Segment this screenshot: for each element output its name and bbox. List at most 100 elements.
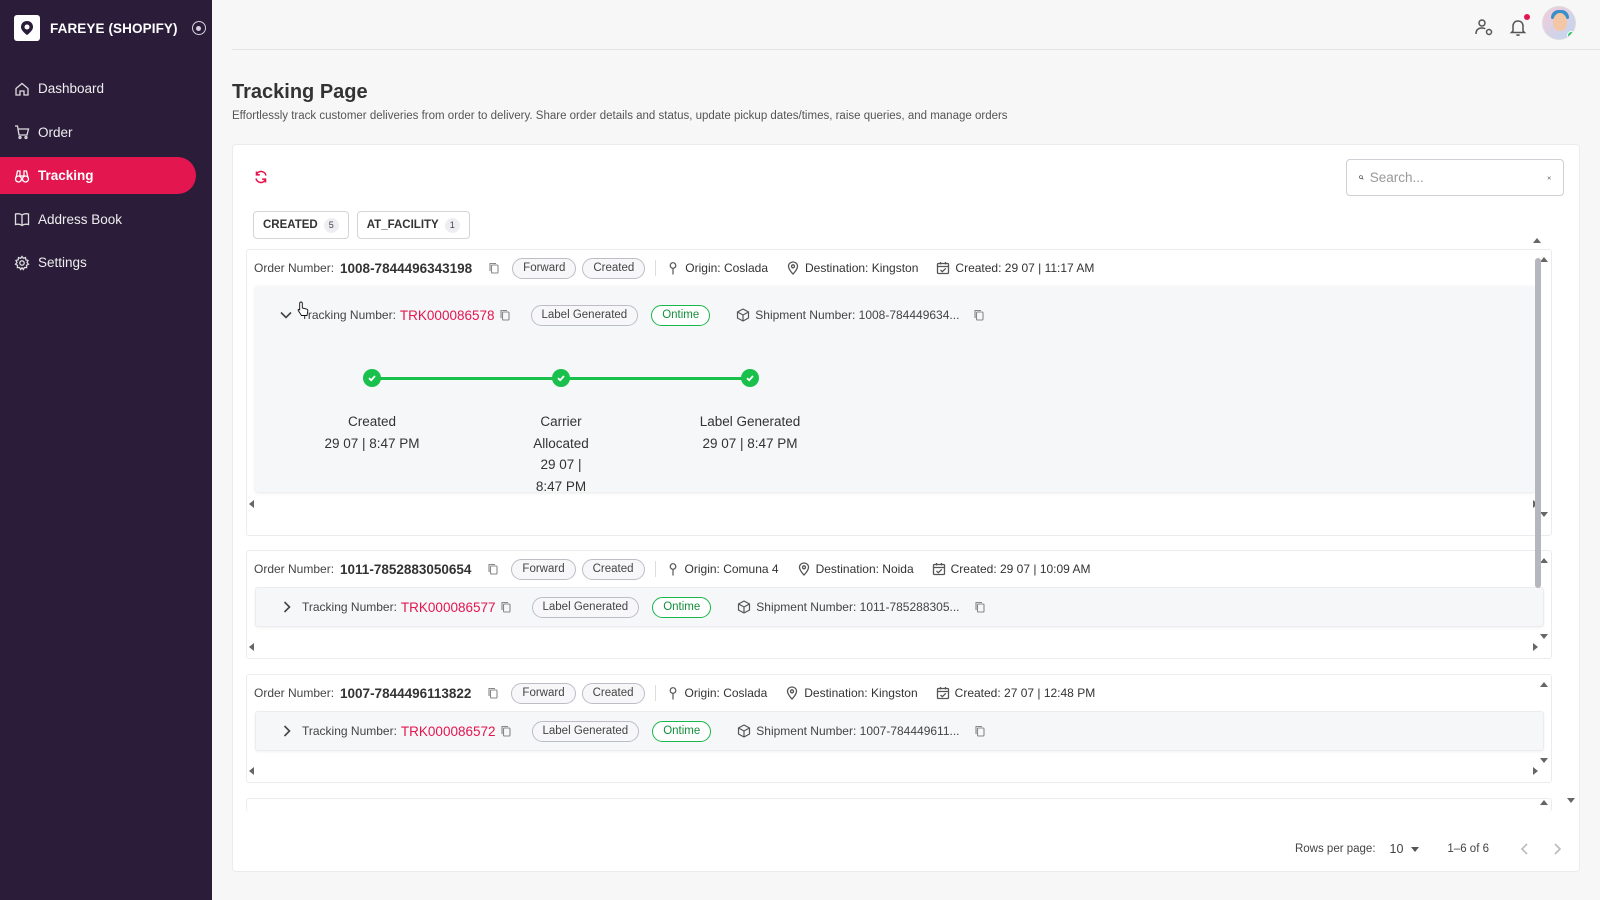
shipment-row: Tracking Number: TRK000086572 Label Gene… (255, 711, 1544, 751)
order-card: Order Number: 1008-7844496343198 Forward… (246, 249, 1552, 536)
timeline-step: Label Generated 29 07 | 8:47 PM (680, 411, 820, 454)
sidebar-item-address-book[interactable]: Address Book (0, 201, 196, 238)
rows-per-page-select[interactable]: 10 (1390, 842, 1420, 856)
refresh-icon[interactable] (254, 170, 268, 184)
timeline-step-title: Created (347, 414, 397, 429)
scroll-right-icon[interactable] (1533, 767, 1538, 775)
pagination: Rows per page: 10 1–6 of 6 (1295, 841, 1565, 857)
copy-icon[interactable] (500, 725, 512, 737)
bell-icon[interactable] (1508, 14, 1530, 37)
sidebar-item-label: Order (38, 124, 73, 140)
avatar[interactable] (1542, 6, 1576, 40)
timeline-step-title: Label Generated (699, 414, 801, 429)
destination-text: Destination: Kingston (805, 261, 919, 275)
pin-icon (669, 687, 676, 700)
created-text: Created: 27 07 | 12:48 PM (954, 686, 1096, 700)
cart-icon (15, 125, 30, 140)
order-number-label: Order Number: (254, 261, 335, 275)
ontime-badge: Ontime (652, 720, 712, 742)
search-input[interactable] (1369, 170, 1547, 185)
order-number: 1008-7844496343198 (340, 260, 473, 276)
destination-text: Destination: Noida (815, 562, 914, 576)
chevron-right-icon[interactable] (280, 724, 294, 738)
tracking-number-label: Tracking Number: (302, 724, 397, 738)
pin-icon (669, 563, 676, 576)
copy-icon[interactable] (488, 262, 500, 274)
check-icon (552, 369, 570, 387)
filter-count: 5 (323, 217, 339, 233)
user-settings-icon[interactable] (1474, 17, 1494, 37)
scroll-up-icon[interactable] (1533, 238, 1541, 243)
sidebar-toggle-icon[interactable] (191, 21, 206, 35)
gear-icon (14, 254, 30, 271)
scroll-up-icon[interactable] (1540, 800, 1548, 805)
chevron-right-icon[interactable] (1549, 841, 1565, 857)
status-badge: Created (581, 558, 645, 580)
filter-label: AT_FACILITY (366, 219, 439, 231)
scroll-down-icon[interactable] (1567, 798, 1575, 803)
chevron-right-icon[interactable] (280, 600, 294, 614)
status-filters: CREATED 5 AT_FACILITY 1 (253, 211, 470, 239)
label-status-badge: Label Generated (531, 720, 640, 742)
sidebar-nav: Dashboard Order Tracking Address Book Se… (0, 70, 212, 281)
shipment-timeline: Created 29 07 | 8:47 PM Carrier Allocate… (255, 286, 855, 494)
scrollbar-thumb[interactable] (1535, 258, 1541, 588)
horizontal-scrollbar[interactable] (247, 492, 1551, 514)
timeline-step-title: Carrier Allocated (533, 414, 589, 451)
sidebar-item-dashboard[interactable]: Dashboard (0, 70, 196, 107)
scroll-left-icon[interactable] (249, 767, 254, 775)
list-scrollbar[interactable] (1533, 238, 1542, 726)
copy-icon[interactable] (974, 601, 986, 613)
tracking-number-label: Tracking Number: (302, 600, 397, 614)
sidebar-item-settings[interactable]: Settings (0, 244, 196, 281)
order-number: 1011-7852883050654 (340, 561, 472, 577)
timeline-step: Created 29 07 | 8:47 PM (302, 411, 442, 454)
brand: FAREYE (SHOPIFY) (0, 0, 212, 56)
copy-icon[interactable] (973, 309, 985, 321)
timeline-step: Carrier Allocated 29 07 | 8:47 PM (491, 411, 631, 497)
order-number: 1007-7844496113822 (340, 685, 472, 701)
online-status-dot (1567, 31, 1575, 39)
order-card: Order Number: 1007-7844496113822 Forward… (246, 674, 1552, 783)
timeline-step-time: 29 07 | 8:47 PM (535, 457, 587, 494)
filter-chip-created[interactable]: CREATED 5 (253, 211, 349, 239)
horizontal-scrollbar[interactable] (247, 627, 1551, 657)
horizontal-scrollbar[interactable] (247, 751, 1551, 781)
label-status-badge: Label Generated (531, 596, 640, 618)
page-subtitle: Effortlessly track customer deliveries f… (232, 110, 1008, 122)
copy-icon[interactable] (487, 563, 499, 575)
destination-text: Destination: Kingston (804, 686, 918, 700)
search-icon (1359, 175, 1364, 180)
chevron-left-icon[interactable] (1517, 841, 1533, 857)
copy-icon[interactable] (974, 725, 986, 737)
created-text: Created: 29 07 | 10:09 AM (950, 562, 1091, 576)
filter-chip-at-facility[interactable]: AT_FACILITY 1 (356, 211, 470, 239)
tracking-number-link[interactable]: TRK000086572 (401, 724, 496, 739)
sidebar-item-order[interactable]: Order (0, 114, 196, 151)
sidebar: FAREYE (SHOPIFY) Dashboard Order Trackin… (0, 0, 212, 900)
copy-icon[interactable] (487, 687, 499, 699)
calendar-icon (932, 563, 945, 576)
scroll-left-icon[interactable] (249, 643, 254, 651)
package-icon (738, 724, 751, 738)
scroll-down-icon[interactable] (1540, 758, 1548, 763)
tracking-number-link[interactable]: TRK000086577 (401, 600, 496, 615)
copy-icon[interactable] (500, 601, 512, 613)
filter-count: 1 (444, 217, 460, 233)
sidebar-item-label: Tracking (38, 168, 94, 183)
tracking-card: CREATED 5 AT_FACILITY 1 Order Number: 10… (232, 144, 1580, 872)
sidebar-item-tracking[interactable]: Tracking (0, 157, 196, 194)
close-icon[interactable] (1547, 172, 1551, 184)
page-title: Tracking Page (232, 81, 368, 103)
scroll-left-icon[interactable] (249, 500, 254, 508)
search-box[interactable] (1346, 159, 1564, 196)
location-icon (798, 562, 809, 576)
origin-text: Origin: Comuna 4 (684, 562, 779, 576)
location-icon (787, 686, 798, 700)
check-icon (363, 369, 381, 387)
order-header: Order Number: 1008-7844496343198 Forward… (247, 250, 1551, 286)
filter-label: CREATED (263, 219, 318, 231)
calendar-icon (937, 262, 950, 275)
shipment-number: Shipment Number: 1007-784449611... (756, 724, 960, 738)
order-number-label: Order Number: (254, 562, 335, 576)
